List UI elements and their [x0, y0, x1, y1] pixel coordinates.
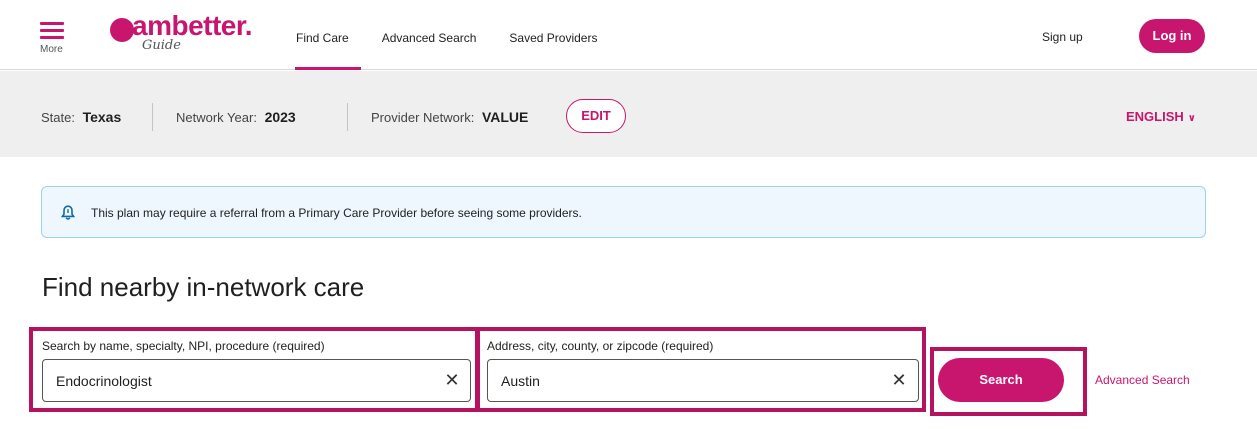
provider-network-info: Provider Network: VALUE: [371, 109, 528, 125]
logo-subtext: Guide: [142, 38, 181, 53]
clear-search-icon[interactable]: ✕: [443, 371, 461, 389]
search-input[interactable]: [56, 360, 416, 401]
network-year-label: Network Year:: [176, 110, 257, 125]
location-field-label: Address, city, county, or zipcode (requi…: [487, 339, 714, 353]
provider-network-label: Provider Network:: [371, 110, 475, 125]
clear-location-icon[interactable]: ✕: [890, 371, 908, 389]
edit-plan-button[interactable]: EDIT: [566, 99, 626, 133]
plan-info-bar: State: Texas Network Year: 2023 Provider…: [0, 71, 1257, 157]
state-value: Texas: [82, 109, 122, 125]
network-year-info: Network Year: 2023: [176, 109, 296, 125]
top-header: More ambetter. Guide Find Care Advanced …: [0, 0, 1257, 70]
search-field-label: Search by name, specialty, NPI, procedur…: [42, 339, 325, 353]
language-label: ENGLISH: [1126, 109, 1184, 124]
language-selector[interactable]: ENGLISH ∨: [1126, 109, 1196, 124]
hamburger-icon: [40, 22, 64, 40]
nav-saved-providers[interactable]: Saved Providers: [509, 0, 597, 70]
chevron-down-icon: ∨: [1187, 113, 1196, 124]
network-year-value: 2023: [264, 109, 296, 125]
state-info: State: Texas: [41, 109, 121, 125]
log-in-button[interactable]: Log in: [1139, 19, 1205, 53]
menu-button[interactable]: More: [40, 22, 64, 62]
provider-network-value: VALUE: [481, 109, 529, 125]
referral-alert: This plan may require a referral from a …: [41, 186, 1206, 238]
bell-icon: [61, 205, 75, 220]
page-title: Find nearby in-network care: [42, 272, 365, 302]
search-field[interactable]: ✕: [42, 359, 471, 402]
nav-advanced-search[interactable]: Advanced Search: [382, 0, 477, 70]
state-label: State:: [41, 110, 75, 125]
search-button[interactable]: Search: [938, 358, 1064, 402]
divider: [152, 103, 153, 131]
logo-mark-icon: [110, 18, 134, 42]
divider: [347, 103, 348, 131]
alert-message: This plan may require a referral from a …: [91, 206, 582, 220]
main-nav: Find Care Advanced Search Saved Provider…: [295, 0, 630, 70]
menu-label: More: [40, 44, 63, 55]
nav-find-care[interactable]: Find Care: [295, 0, 361, 70]
location-field[interactable]: ✕: [487, 359, 919, 402]
sign-up-link[interactable]: Sign up: [1042, 30, 1083, 44]
location-input[interactable]: [501, 360, 861, 401]
advanced-search-link[interactable]: Advanced Search: [1095, 373, 1190, 387]
